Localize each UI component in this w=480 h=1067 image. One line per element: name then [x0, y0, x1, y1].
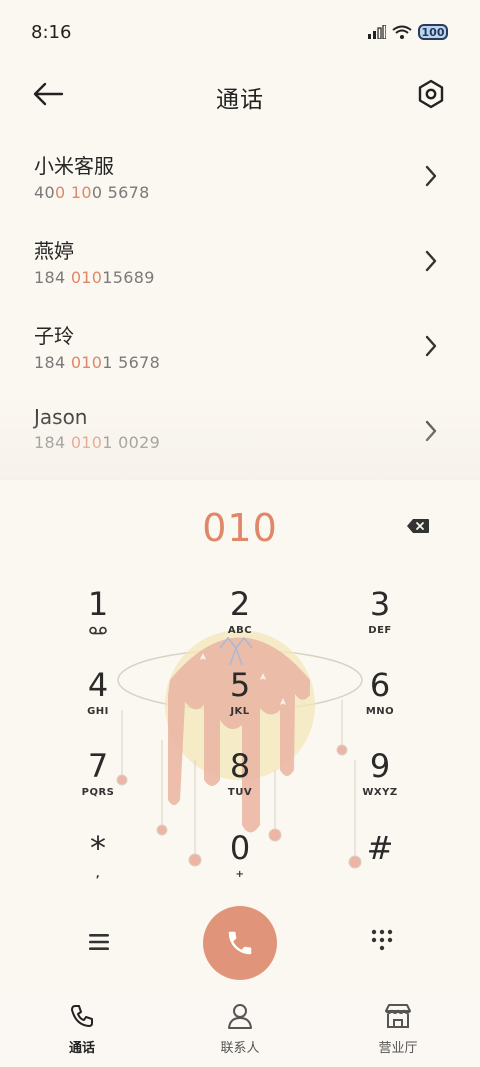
settings-hexagon-icon[interactable]: [416, 78, 446, 110]
contact-result[interactable]: Jason 184 0101 0029: [0, 391, 480, 476]
person-icon: [228, 1004, 252, 1029]
contact-number: 184 0101 0029: [34, 433, 480, 452]
matched-contacts-list: 小米客服 400 100 5678 燕婷 184 01015689 子玲 184…: [0, 136, 480, 476]
key-letters: JKL: [230, 706, 250, 717]
key-0[interactable]: 0 +: [180, 832, 300, 902]
voicemail-icon: [89, 626, 107, 635]
battery-level: 100: [421, 25, 445, 39]
key-6[interactable]: 6 MNO: [320, 669, 440, 739]
key-hash[interactable]: #: [320, 832, 440, 902]
chevron-right-icon[interactable]: [424, 164, 438, 188]
dialer-action-row: [0, 904, 480, 980]
key-letters: GHI: [87, 706, 109, 717]
chevron-right-icon[interactable]: [424, 249, 438, 273]
header: 通话: [0, 64, 480, 126]
key-letters: ABC: [227, 625, 253, 636]
contact-result[interactable]: 子玲 184 0101 5678: [0, 306, 480, 391]
number-match-segment: 010: [70, 433, 103, 452]
number-match-segment: 0: [54, 183, 66, 202]
battery-indicator: 100: [418, 24, 448, 40]
key-2[interactable]: 2 ABC: [180, 588, 300, 658]
signal-icon: [368, 25, 386, 39]
bottom-navigation: 通话 联系人 营业厅: [0, 989, 480, 1067]
status-time: 8:16: [31, 22, 72, 43]
key-7[interactable]: 7 PQRS: [38, 750, 158, 820]
key-star[interactable]: * ,: [38, 832, 158, 902]
number-segment: 1 5678: [102, 353, 161, 372]
key-letters: WXYZ: [362, 787, 398, 798]
status-icons: 100: [368, 24, 448, 40]
number-segment: 15689: [102, 268, 155, 287]
key-letters: TUV: [227, 787, 253, 798]
key-digit: 8: [229, 747, 251, 785]
chevron-right-icon[interactable]: [424, 419, 438, 443]
number-segment: 40: [34, 183, 55, 202]
keypad-grid-icon[interactable]: [370, 928, 394, 952]
key-digit: 7: [87, 747, 109, 785]
key-3[interactable]: 3 DEF: [320, 588, 440, 658]
contact-name: Jason: [34, 405, 88, 429]
key-digit: #: [366, 829, 394, 867]
key-digit: 1: [87, 585, 109, 623]
call-button[interactable]: [203, 906, 277, 980]
nav-tab-store[interactable]: 营业厅: [338, 997, 458, 1056]
menu-icon[interactable]: [88, 932, 110, 952]
contact-result[interactable]: 小米客服 400 100 5678: [0, 136, 480, 221]
number-match-segment: 010: [70, 353, 103, 372]
key-4[interactable]: 4 GHI: [38, 669, 158, 739]
nav-label: 联系人: [220, 1041, 260, 1056]
key-digit: 6: [369, 666, 391, 704]
key-digit: 3: [369, 585, 391, 623]
number-segment: 0 5678: [91, 183, 150, 202]
nav-label: 通话: [68, 1041, 95, 1056]
number-segment: 184: [34, 353, 71, 372]
key-9[interactable]: 9 WXYZ: [320, 750, 440, 820]
key-digit: 5: [229, 666, 251, 704]
nav-tab-calls[interactable]: 通话: [22, 997, 142, 1056]
number-match-segment: 010: [70, 268, 103, 287]
status-bar: 8:16 100: [0, 0, 480, 64]
contact-name: 小米客服: [34, 154, 114, 178]
contact-name: 子玲: [34, 324, 74, 348]
wifi-icon: [392, 25, 412, 39]
number-segment: 184: [34, 433, 71, 452]
dial-display: 010: [0, 500, 480, 560]
nav-label: 营业厅: [378, 1041, 418, 1056]
number-match-segment: 10: [70, 183, 92, 202]
backspace-icon[interactable]: [406, 518, 430, 534]
contact-name: 燕婷: [34, 239, 74, 263]
key-digit: 4: [87, 666, 109, 704]
key-digit: 0: [229, 829, 251, 867]
key-5[interactable]: 5 JKL: [180, 669, 300, 739]
page-title: 通话: [216, 87, 264, 113]
nav-tab-contacts[interactable]: 联系人: [180, 997, 300, 1056]
contact-number: 400 100 5678: [34, 183, 480, 202]
key-1[interactable]: 1: [38, 588, 158, 658]
store-icon: [385, 1004, 411, 1028]
key-letters: DEF: [368, 625, 392, 636]
contact-number: 184 01015689: [34, 268, 480, 287]
chevron-right-icon[interactable]: [424, 334, 438, 358]
key-letters: ,: [95, 869, 101, 880]
contact-number: 184 0101 5678: [34, 353, 480, 372]
key-letters: MNO: [365, 706, 395, 717]
key-digit: 2: [229, 585, 251, 623]
phone-handset-icon: [228, 931, 252, 955]
key-8[interactable]: 8 TUV: [180, 750, 300, 820]
key-letters: PQRS: [81, 787, 115, 798]
key-digit: *: [90, 829, 106, 867]
key-digit: 9: [369, 747, 391, 785]
contact-result[interactable]: 燕婷 184 01015689: [0, 221, 480, 306]
key-letters: +: [235, 869, 245, 880]
number-segment: 1 0029: [102, 433, 161, 452]
number-segment: 184: [34, 268, 71, 287]
phone-icon: [71, 1005, 93, 1027]
